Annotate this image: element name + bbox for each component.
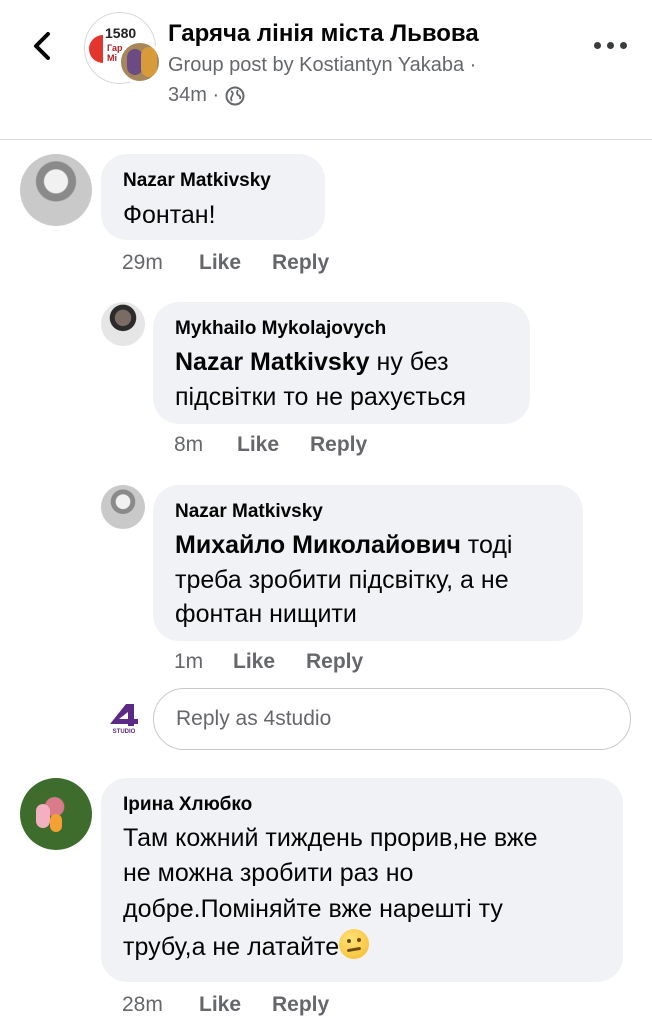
comment-text: фонтан нищити xyxy=(175,600,357,628)
globe-icon xyxy=(225,86,245,105)
comment-text: підсвітки то не рахується xyxy=(175,383,467,411)
like-button[interactable]: Like xyxy=(233,650,275,674)
comment-bubble: Mykhailo Mykolajovych Nazar Matkivsky ну… xyxy=(153,302,530,424)
comment-time: 1m xyxy=(174,650,204,673)
comment-text: добре.Поміняйте вже нарешті ту xyxy=(123,895,503,923)
comment-bubble: Nazar Matkivsky Фонтан! xyxy=(101,154,325,240)
comment-bubble: Nazar Matkivsky Михайло Миколайович тоді… xyxy=(153,485,583,641)
comment-text: Михайло Миколайович тоді xyxy=(175,531,513,559)
reply-button[interactable]: Reply xyxy=(272,251,329,275)
post-time: 34m · xyxy=(168,84,245,107)
comment-text: треба зробити підсвітку, а не xyxy=(175,566,509,594)
group-logo-mark xyxy=(89,35,103,63)
like-button[interactable]: Like xyxy=(237,433,279,457)
like-button[interactable]: Like xyxy=(199,251,241,275)
poster-avatar[interactable] xyxy=(118,40,162,84)
mention-link[interactable]: Nazar Matkivsky xyxy=(175,348,370,376)
mention-link[interactable]: Михайло Миколайович xyxy=(175,531,461,559)
avatar[interactable] xyxy=(101,485,145,529)
page-logo-text: STUDIO xyxy=(113,729,136,735)
comment-time: 28m xyxy=(122,993,163,1016)
comment-text: Там кожний тиждень прорив,не вже xyxy=(123,824,538,852)
avatar[interactable] xyxy=(20,154,92,226)
avatar[interactable] xyxy=(101,302,145,346)
like-button[interactable]: Like xyxy=(199,993,241,1017)
comment-time: 8m xyxy=(174,433,204,456)
comment-author[interactable]: Mykhailo Mykolajovych xyxy=(175,318,386,340)
comment-text: Nazar Matkivsky ну без xyxy=(175,348,449,376)
reply-button[interactable]: Reply xyxy=(306,650,363,674)
post-author-line[interactable]: Group post by Kostiantyn Yakaba · xyxy=(168,54,476,77)
reply-button[interactable]: Reply xyxy=(310,433,367,457)
avatar[interactable] xyxy=(20,778,92,850)
post-time-text: 34m · xyxy=(168,84,220,106)
page-logo-icon: STUDIO xyxy=(108,704,140,735)
group-avatar-number: 1580 xyxy=(105,25,137,41)
raised-eyebrow-emoji-icon xyxy=(339,929,370,959)
back-icon[interactable] xyxy=(26,26,56,66)
reply-input[interactable]: Reply as 4studio xyxy=(153,688,631,750)
reply-button[interactable]: Reply xyxy=(272,993,329,1017)
comment-text: не можна зробити раз но xyxy=(123,859,414,887)
group-title[interactable]: Гаряча лінія міста Львова xyxy=(168,20,479,48)
comment-author[interactable]: Nazar Matkivsky xyxy=(175,501,323,523)
comment-time: 29m xyxy=(122,251,163,274)
comment-text: Фонтан! xyxy=(123,201,216,229)
comment-text: трубу,а не латайте xyxy=(123,929,370,966)
comment-bubble: Ірина Хлюбко Там кожний тиждень прорив,н… xyxy=(101,778,623,982)
post-header: 1580 Гар Мі Гаряча лінія міста Львова Gro… xyxy=(0,0,652,140)
more-icon[interactable] xyxy=(592,38,628,54)
comment-author[interactable]: Nazar Matkivsky xyxy=(123,170,271,192)
comment-author[interactable]: Ірина Хлюбко xyxy=(123,794,252,816)
